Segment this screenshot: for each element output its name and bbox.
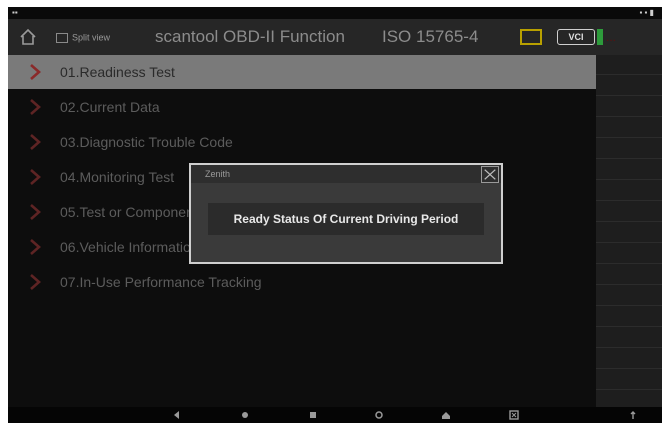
panel-row bbox=[596, 328, 662, 348]
status-bar: ▪▪ ▪ ▪ ▮ bbox=[8, 7, 662, 19]
menu-item-current-data[interactable]: 02.Current Data bbox=[8, 90, 596, 124]
menu-item-label: 04.Monitoring Test bbox=[60, 169, 175, 185]
panel-row bbox=[596, 202, 662, 222]
close-icon[interactable] bbox=[481, 166, 499, 183]
vci-connection-icon[interactable]: VCI bbox=[557, 29, 595, 45]
menu-item-label: 05.Test or Component bbox=[60, 204, 198, 220]
panel-row bbox=[596, 97, 662, 117]
menu-icon[interactable] bbox=[628, 410, 638, 420]
protocol-label: ISO 15765-4 bbox=[382, 27, 479, 46]
settings-icon[interactable] bbox=[374, 410, 384, 420]
right-side-panel bbox=[596, 55, 662, 407]
screenshot-icon[interactable] bbox=[509, 410, 519, 420]
dialog-header: Zenith bbox=[191, 165, 501, 183]
panel-row bbox=[596, 55, 662, 75]
menu-item-diagnostic-trouble-code[interactable]: 03.Diagnostic Trouble Code bbox=[8, 125, 596, 159]
panel-row bbox=[596, 118, 662, 138]
back-icon[interactable] bbox=[172, 410, 182, 420]
panel-row bbox=[596, 349, 662, 369]
menu-item-label: 03.Diagnostic Trouble Code bbox=[60, 134, 233, 150]
menu-item-label: 02.Current Data bbox=[60, 99, 160, 115]
chevron-right-icon bbox=[30, 169, 41, 185]
dialog-title: Zenith bbox=[205, 169, 231, 179]
vin-label: ... bbox=[606, 30, 617, 44]
tablet-screen: ▪▪ ▪ ▪ ▮ Split view scantool OBD-II Func… bbox=[8, 7, 662, 423]
panel-row bbox=[596, 370, 662, 390]
selection-dialog: Zenith Ready Status Of Current Driving P… bbox=[189, 163, 503, 264]
chevron-right-icon bbox=[30, 64, 41, 80]
system-navigation-bar bbox=[8, 407, 662, 423]
split-view-icon bbox=[56, 32, 68, 43]
chevron-right-icon bbox=[30, 239, 41, 255]
split-view-label: Split view bbox=[72, 32, 111, 43]
menu-item-label: 06.Vehicle Information bbox=[60, 239, 199, 255]
menu-item-in-use-performance-tracking[interactable]: 07.In-Use Performance Tracking bbox=[8, 265, 596, 299]
home-icon[interactable] bbox=[18, 27, 38, 47]
panel-row bbox=[596, 223, 662, 243]
report-icon[interactable] bbox=[520, 29, 542, 45]
chevron-right-icon bbox=[30, 204, 41, 220]
split-view-button[interactable]: Split view bbox=[52, 29, 114, 45]
title-bar: Split view scantool OBD-II Function ISO … bbox=[8, 19, 662, 55]
panel-row bbox=[596, 286, 662, 306]
panel-row bbox=[596, 181, 662, 201]
chevron-right-icon bbox=[30, 274, 41, 290]
signal-indicator-icon bbox=[597, 29, 603, 45]
chevron-right-icon bbox=[30, 99, 41, 115]
menu-item-label: 01.Readiness Test bbox=[60, 64, 175, 80]
status-bar-right: ▪ ▪ ▮ bbox=[639, 8, 654, 17]
status-bar-left: ▪▪ bbox=[12, 8, 18, 17]
recents-icon[interactable] bbox=[308, 410, 318, 420]
menu-item-readiness-test[interactable]: 01.Readiness Test bbox=[8, 55, 596, 89]
panel-row bbox=[596, 76, 662, 96]
panel-row bbox=[596, 160, 662, 180]
chevron-right-icon bbox=[30, 134, 41, 150]
page-title: scantool OBD-II Function bbox=[155, 27, 345, 46]
panel-row bbox=[596, 307, 662, 327]
dialog-option-button[interactable]: Ready Status Of Current Driving Period bbox=[208, 203, 484, 235]
panel-row bbox=[596, 265, 662, 285]
panel-row bbox=[596, 244, 662, 264]
panel-row bbox=[596, 139, 662, 159]
home-button-icon[interactable] bbox=[240, 410, 250, 420]
menu-item-label: 07.In-Use Performance Tracking bbox=[60, 274, 262, 290]
home-shortcut-icon[interactable] bbox=[441, 410, 451, 420]
